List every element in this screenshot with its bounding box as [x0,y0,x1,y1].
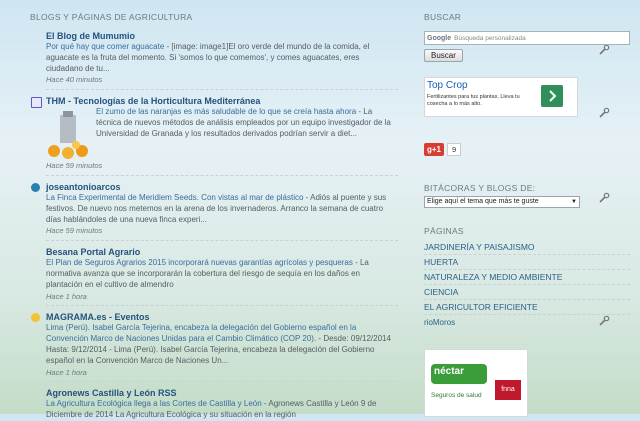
page-link[interactable]: JARDINERÍA Y PAISAJISMO [424,240,630,255]
wrench-icon[interactable] [598,44,610,56]
blog-entry: El Blog de Mumumio Por qué hay que comer… [30,31,398,86]
blog-list: El Blog de Mumumio Por qué hay que comer… [30,31,398,421]
ad-title: Top Crop [427,80,468,91]
blog-title[interactable]: THM - Tecnologías de la Horticultura Med… [46,96,398,107]
search-button[interactable]: Buscar [424,49,463,62]
page-link[interactable]: CIENCIA [424,285,630,300]
topic-select-value: Elige aquí el tema que más te guste [427,198,539,205]
page: BLOGS Y PÁGINAS DE AGRICULTURA El Blog d… [0,0,640,419]
chevron-down-icon: ▼ [571,199,577,205]
ad-text: Fertilizantes para tus plantas. Lleva tu… [427,94,520,107]
divider [46,89,398,91]
blog-entry: THM - Tecnologías de la Horticultura Med… [30,96,398,172]
divider [46,381,398,383]
divider [46,174,398,176]
wrench-icon[interactable] [598,107,610,119]
page-link[interactable]: EL AGRICULTOR EFICIENTE [424,300,630,315]
thm-icon [31,97,42,109]
ad2-sub: Seguros de salud [431,392,482,399]
page-link[interactable]: NATURALEZA Y MEDIO AMBIENTE [424,270,630,285]
google-logo: Google [427,34,452,42]
ad-nectar[interactable]: néctar Seguros de salud fnna [424,349,528,417]
post-time: Hace 1 hora [46,291,87,301]
search-title: BUSCAR [424,12,462,22]
pages-list: JARDINERÍA Y PAISAJISMO HUERTA NATURALEZA … [424,240,630,315]
ad-arrow-icon[interactable] [541,85,563,107]
divider [46,305,398,307]
post-link[interactable]: El Plan de Seguros Agrarios 2015 incorpo… [46,258,353,267]
blog-title[interactable]: El Blog de Mumumio [46,31,398,42]
ad-banner[interactable]: Top Crop Fertilizantes para tus plantas.… [424,77,578,117]
blog-title[interactable]: joseantonioarcos [46,182,398,193]
topic-select[interactable]: Elige aquí el tema que más te guste ▼ [424,196,580,208]
blog-list-title: BLOGS Y PÁGINAS DE AGRICULTURA [30,12,193,22]
post-link[interactable]: El zumo de las naranjas es más saludable… [96,107,356,116]
blog-title[interactable]: Besana Portal Agrario [46,247,398,258]
divider [46,240,398,242]
post-link[interactable]: La Agricultura Ecológica llega a las Cor… [46,399,262,408]
post-time: Hace 59 minutos [46,161,103,171]
sidebar: BUSCAR Google Búsqueda personalizada Bus… [424,12,630,417]
blog-list-column: BLOGS Y PÁGINAS DE AGRICULTURA El Blog d… [30,12,398,421]
ad2-brand: néctar [434,366,465,377]
post-link[interactable]: La Finca Experimental de Meridiem Seeds.… [46,193,303,202]
post-link[interactable]: Por qué hay que comer aguacate [46,42,164,51]
post-link[interactable]: Lima (Perú). Isabel García Tejerina, enc… [46,323,356,343]
wrench-icon[interactable] [598,315,610,327]
blog-title[interactable]: MAGRAMA.es - Eventos [46,312,398,323]
gplus-count: 9 [447,143,462,156]
juicer-image [46,109,92,160]
blog-entry: joseantonioarcos La Finca Experimental d… [30,182,398,237]
page-link[interactable]: HUERTA [424,255,630,270]
pages-title: PÁGINAS [424,226,464,236]
gplus-button[interactable]: g+1 [424,143,445,156]
post-time: Hace 40 minutos [46,75,103,85]
search-input[interactable]: Google Búsqueda personalizada [424,31,630,45]
blog-entry: Agronews Castilla y León RSS La Agricult… [30,388,398,421]
blog-entry: Besana Portal Agrario El Plan de Seguros… [30,247,398,302]
post-time: Hace 59 minutos [46,226,103,236]
blog-title[interactable]: Agronews Castilla y León RSS [46,388,398,399]
search-placeholder: Búsqueda personalizada [454,34,526,42]
magrama-icon [31,313,40,323]
wordpress-icon [31,182,40,192]
blog-entry: MAGRAMA.es - Eventos Lima (Perú). Isabel… [30,312,398,378]
post-time: Hace 1 hora [46,367,87,377]
ad2-logo: fnna [495,380,521,400]
wrench-icon[interactable] [598,192,610,204]
